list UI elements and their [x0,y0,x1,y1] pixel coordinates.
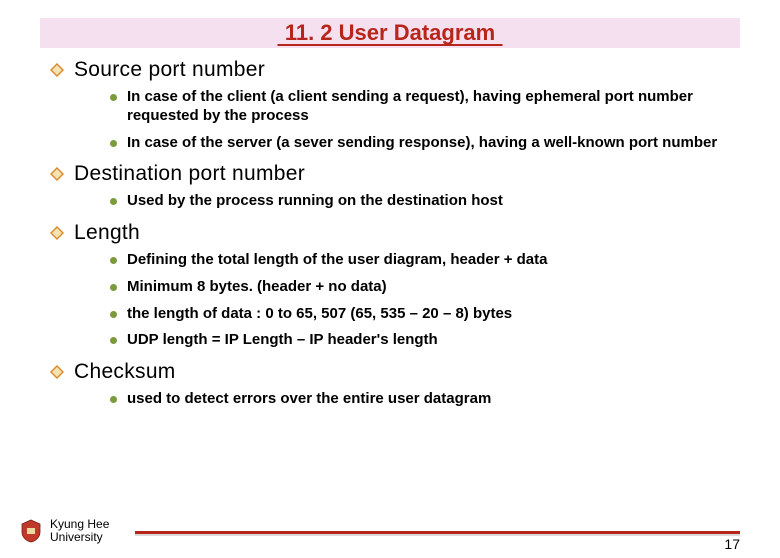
list-item: Minimum 8 bytes. (header + no data) [110,278,740,297]
list-item-text: Defining the total length of the user di… [127,251,547,270]
list-item-text: UDP length = IP Length – IP header's len… [127,331,438,350]
dot-bullet-icon [110,311,117,318]
section-title: Checksum [74,360,176,384]
dot-bullet-icon [110,140,117,147]
section-source-port: Source port number In case of the client… [80,58,740,152]
sub-list: In case of the client (a client sending … [110,88,740,152]
section-destination-port: Destination port number Used by the proc… [80,162,740,211]
university-line2: University [50,531,109,544]
diamond-bullet-icon [50,365,64,379]
section-head: Source port number [50,58,740,82]
university-name: Kyung Hee University [50,518,109,544]
list-item: UDP length = IP Length – IP header's len… [110,331,740,350]
dot-bullet-icon [110,94,117,101]
dot-bullet-icon [110,396,117,403]
diamond-bullet-icon [50,63,64,77]
list-item-text: In case of the server (a sever sending r… [127,134,717,153]
section-head: Checksum [50,360,740,384]
sub-list: used to detect errors over the entire us… [110,390,740,409]
list-item: In case of the client (a client sending … [110,88,740,126]
sub-list: Used by the process running on the desti… [110,192,740,211]
list-item: In case of the server (a sever sending r… [110,134,740,153]
sub-list: Defining the total length of the user di… [110,251,740,350]
dot-bullet-icon [110,198,117,205]
list-item-text: Used by the process running on the desti… [127,192,503,211]
list-item-text: In case of the client (a client sending … [127,88,727,126]
list-item: Used by the process running on the desti… [110,192,740,211]
dot-bullet-icon [110,257,117,264]
university-line1: Kyung Hee [50,518,109,531]
diamond-bullet-icon [50,167,64,181]
title-underline [278,44,503,46]
list-item-text: Minimum 8 bytes. (header + no data) [127,278,387,297]
section-head: Length [50,221,740,245]
section-checksum: Checksum used to detect errors over the … [80,360,740,409]
list-item-text: the length of data : 0 to 65, 507 (65, 5… [127,305,512,324]
title-band: 11. 2 User Datagram [40,18,740,48]
diamond-bullet-icon [50,226,64,240]
list-item-text: used to detect errors over the entire us… [127,390,491,409]
slide-title: 11. 2 User Datagram [285,20,495,45]
section-length: Length Defining the total length of the … [80,221,740,350]
page-number: 17 [724,536,740,552]
section-title: Length [74,221,140,245]
section-title: Source port number [74,58,265,82]
list-item: the length of data : 0 to 65, 507 (65, 5… [110,305,740,324]
section-head: Destination port number [50,162,740,186]
footer-divider [135,531,740,534]
section-title: Destination port number [74,162,305,186]
dot-bullet-icon [110,337,117,344]
dot-bullet-icon [110,284,117,291]
list-item: Defining the total length of the user di… [110,251,740,270]
list-item: used to detect errors over the entire us… [110,390,740,409]
footer-branding: Kyung Hee University [18,518,109,544]
